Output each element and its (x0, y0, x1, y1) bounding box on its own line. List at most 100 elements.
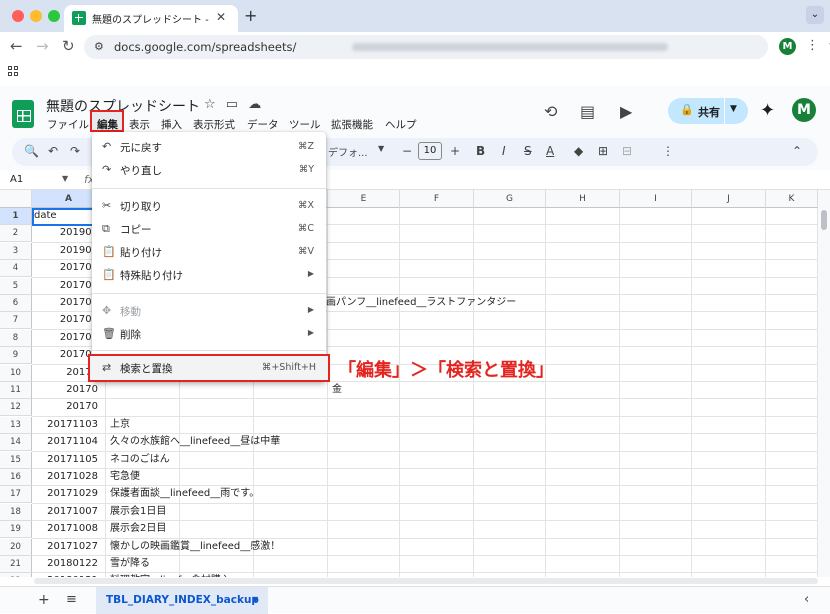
italic-icon[interactable]: I (502, 144, 506, 158)
vertical-scrollbar[interactable] (818, 190, 830, 577)
gemini-icon[interactable]: ✦ (760, 100, 775, 121)
apps-grid-icon[interactable] (8, 66, 20, 78)
cell-text[interactable]: 展示会2日目 (110, 521, 166, 538)
merge-cells-icon[interactable]: ⊟ (622, 144, 632, 158)
forward-icon[interactable]: → (36, 37, 49, 55)
row-header[interactable]: 3 (0, 242, 32, 260)
history-icon[interactable]: ⟲ (544, 102, 557, 121)
cell-text[interactable]: 展示会1日目 (110, 504, 166, 521)
row-header[interactable]: 13 (0, 416, 32, 434)
column-header[interactable]: F (400, 190, 474, 208)
menu-item-cut[interactable]: ✂ 切り取り ⌘X (92, 195, 326, 217)
strikethrough-icon[interactable]: S (524, 144, 532, 158)
bold-icon[interactable]: B (476, 144, 485, 158)
row-header[interactable]: 14 (0, 434, 32, 452)
cell-text[interactable]: 雪が降る (110, 556, 150, 573)
horizontal-scrollbar[interactable] (34, 578, 818, 584)
sheets-logo-icon[interactable] (12, 100, 34, 128)
cell-text[interactable]: 金 (332, 382, 342, 399)
browser-tab[interactable]: 無題のスプレッドシート - Googl ✕ (64, 5, 238, 32)
cell-date[interactable]: 20171104 (34, 434, 102, 451)
cell-text[interactable]: ネコのごはん (110, 452, 170, 469)
more-tools-icon[interactable]: ⋮ (662, 144, 674, 158)
row-header[interactable]: 8 (0, 329, 32, 347)
meet-icon[interactable]: ▶ (620, 102, 632, 121)
column-header[interactable]: E (328, 190, 400, 208)
menu-item-undo[interactable]: ↶ 元に戻す ⌘Z (92, 136, 326, 158)
reload-icon[interactable]: ↻ (62, 37, 75, 55)
font-caret-icon[interactable]: ▼ (378, 144, 384, 153)
tab-search-icon[interactable]: ⌄ (806, 6, 824, 24)
font-select[interactable]: デフォ... (328, 144, 368, 159)
cell-text[interactable]: 料理教室__linefe 食材購入 (110, 573, 231, 577)
collapse-toolbar-icon[interactable]: ⌃ (792, 144, 802, 158)
decrease-font-icon[interactable]: − (402, 144, 412, 158)
site-info-icon[interactable]: ⚙ (94, 40, 104, 53)
menu-item-find-replace[interactable]: ⇄ 検索と置換 ⌘+Shift+H (88, 354, 330, 382)
cell-date[interactable]: 20170 (34, 399, 102, 416)
sheet-tab[interactable]: TBL_DIARY_INDEX_backup ▼ (96, 587, 268, 614)
cell-date[interactable]: 20171029 (34, 486, 102, 503)
row-header[interactable]: 16 (0, 469, 32, 486)
cell-date[interactable]: 20171008 (34, 521, 102, 538)
column-header[interactable]: I (620, 190, 692, 208)
cell-date[interactable]: 20171028 (34, 469, 102, 486)
close-window-button[interactable] (12, 10, 24, 22)
all-sheets-icon[interactable]: ≡ (66, 592, 77, 607)
undo-icon[interactable]: ↶ (48, 144, 58, 158)
row-header[interactable]: 15 (0, 451, 32, 469)
add-sheet-icon[interactable]: + (38, 592, 50, 608)
menu-item-copy[interactable]: ⧉ コピー ⌘C (92, 218, 326, 240)
sheet-tab-caret-icon[interactable]: ▼ (252, 595, 258, 604)
row-header[interactable]: 12 (0, 399, 32, 417)
menu-help[interactable]: ヘルプ (382, 116, 420, 134)
move-folder-icon[interactable]: ▭ (226, 97, 238, 112)
share-button[interactable]: 🔒 共有 ▼ (668, 98, 748, 124)
cell-text[interactable]: 宅急便 (110, 469, 140, 486)
fill-color-icon[interactable]: ◆ (574, 144, 583, 158)
row-header[interactable]: 22 (0, 573, 32, 577)
menu-item-move[interactable]: ✥ 移動 ▶ (92, 300, 326, 322)
menu-extensions[interactable]: 拡張機能 (328, 116, 376, 134)
menu-item-redo[interactable]: ↷ やり直し ⌘Y (92, 159, 326, 181)
row-header[interactable]: 10 (0, 364, 32, 382)
cell-date[interactable]: 20180121 (34, 573, 102, 577)
text-color-icon[interactable]: A (546, 144, 554, 158)
row-header[interactable]: 20 (0, 538, 32, 556)
row-header[interactable]: 5 (0, 277, 32, 295)
row-header[interactable]: 1 (0, 208, 32, 225)
back-icon[interactable]: ← (10, 37, 23, 55)
column-header[interactable]: H (546, 190, 620, 208)
account-avatar[interactable]: M (792, 98, 816, 122)
column-header[interactable]: G (474, 190, 546, 208)
menu-item-paste-special[interactable]: 📋 特殊貼り付け ▶ (92, 264, 326, 286)
cell-text[interactable]: 懐かしの映画鑑賞__linefeed__感激！ (110, 539, 280, 556)
row-header[interactable]: 9 (0, 347, 32, 365)
explore-collapse-icon[interactable]: ‹ (804, 592, 809, 607)
browser-profile-avatar[interactable]: M (779, 38, 796, 55)
menu-item-paste[interactable]: 📋 貼り付け ⌘V (92, 241, 326, 263)
cell-date[interactable]: 20170 (34, 382, 102, 399)
browser-menu-icon[interactable]: ⋮ (806, 38, 819, 53)
cell-date[interactable]: 20171007 (34, 504, 102, 521)
maximize-window-button[interactable] (48, 10, 60, 22)
search-menus-icon[interactable]: 🔍 (24, 144, 39, 158)
cell-date[interactable]: 20171105 (34, 452, 102, 469)
share-dropdown-icon[interactable]: ▼ (730, 104, 737, 114)
row-header[interactable]: 21 (0, 556, 32, 573)
name-box[interactable]: A1 (10, 174, 23, 185)
cloud-status-icon[interactable]: ☁ (248, 97, 261, 112)
row-header[interactable]: 11 (0, 382, 32, 399)
cell-text[interactable]: 保護者面談__linefeed__雨です。 (110, 486, 259, 503)
menu-file[interactable]: ファイル (44, 116, 92, 134)
address-bar[interactable]: ⚙ docs.google.com/spreadsheets/ ☆ (84, 35, 830, 59)
row-header[interactable]: 4 (0, 260, 32, 278)
comments-icon[interactable]: ▤ (580, 102, 595, 121)
cell-text[interactable]: 上京 (110, 417, 130, 434)
row-header[interactable]: 19 (0, 521, 32, 539)
minimize-window-button[interactable] (30, 10, 42, 22)
row-header[interactable]: 6 (0, 295, 32, 312)
row-header[interactable]: 18 (0, 503, 32, 521)
borders-icon[interactable]: ⊞ (598, 144, 608, 158)
select-all-corner[interactable] (0, 190, 32, 208)
